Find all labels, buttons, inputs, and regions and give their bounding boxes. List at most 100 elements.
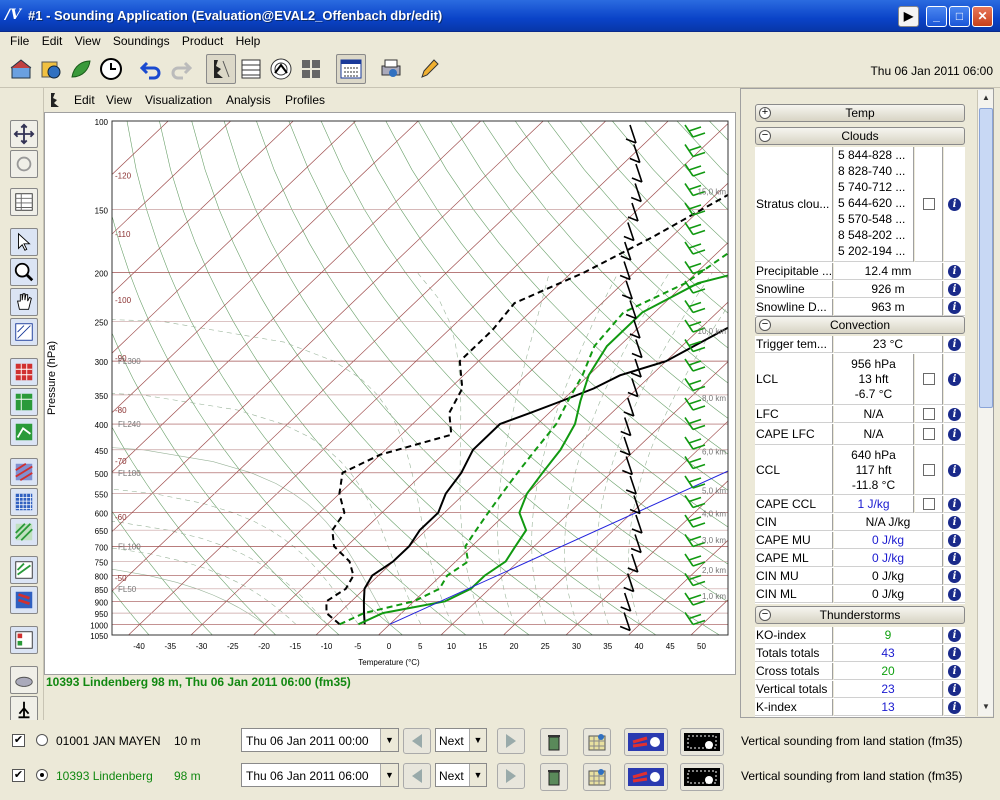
station-layout-button[interactable] [680, 728, 724, 756]
pan-tool-button[interactable] [10, 120, 38, 148]
station-select-radio[interactable] [36, 734, 48, 746]
station-grid-button[interactable] [583, 728, 611, 756]
ccl-info-button[interactable]: i [944, 446, 965, 495]
cross-totals-info-button[interactable]: i [944, 663, 965, 680]
mixing-ratio-button[interactable] [10, 556, 38, 584]
stratus-values[interactable]: 5 844-828 ... 8 828-740 ... 5 740-712 ..… [834, 147, 914, 262]
scroll-up-icon[interactable]: ▲ [979, 91, 993, 105]
chart-menu-visualization[interactable]: Visualization [145, 93, 212, 107]
totals-totals-info-button[interactable]: i [944, 645, 965, 662]
maximize-button[interactable]: □ [949, 6, 970, 27]
delete-station-button[interactable] [540, 763, 568, 791]
section-convection[interactable]: − Convection [755, 316, 965, 334]
menu-help[interactable]: Help [226, 32, 261, 50]
cape-ccl-checkbox[interactable] [915, 496, 943, 513]
menu-soundings[interactable]: Soundings [103, 32, 170, 50]
minimize-button[interactable]: _ [926, 6, 947, 27]
edit-pencil-button[interactable] [414, 54, 444, 84]
zoom-tool-button[interactable] [10, 258, 38, 286]
chart-menu-analysis[interactable]: Analysis [226, 93, 271, 107]
dewpoint-layer-button[interactable] [10, 388, 38, 416]
lfc-info-button[interactable]: i [944, 406, 965, 423]
menu-product[interactable]: Product [172, 32, 223, 50]
chart-menu-edit[interactable]: Edit [74, 93, 95, 107]
station-style-button[interactable] [624, 763, 668, 791]
cloud-layer-button[interactable] [10, 666, 38, 694]
redo-button[interactable] [166, 54, 196, 84]
scroll-thumb[interactable] [979, 108, 993, 408]
leaf-tool-button[interactable] [66, 54, 96, 84]
station-style-button[interactable] [624, 728, 668, 756]
menu-file[interactable]: File [0, 32, 29, 50]
station-layout-button[interactable] [680, 763, 724, 791]
cin-ml-info-button[interactable]: i [944, 586, 965, 603]
station-select-radio[interactable] [36, 769, 48, 781]
sounding-data-button[interactable] [36, 54, 66, 84]
precipitable-info-button[interactable]: i [944, 263, 965, 280]
data-list-button[interactable] [336, 54, 366, 84]
time-button[interactable] [96, 54, 126, 84]
section-clouds[interactable]: − Clouds [755, 127, 965, 145]
ccl-checkbox[interactable] [915, 446, 943, 495]
lfc-checkbox[interactable] [915, 406, 943, 423]
cape-lfc-checkbox[interactable] [915, 424, 943, 445]
adjust-tool-button[interactable] [10, 318, 38, 346]
scroll-down-icon[interactable]: ▼ [979, 700, 993, 714]
next-button[interactable] [497, 728, 525, 754]
menu-edit[interactable]: Edit [32, 32, 63, 50]
chevron-down-icon[interactable]: ▼ [380, 764, 398, 786]
previous-button[interactable] [403, 728, 431, 754]
step-select[interactable]: Next ▼ [435, 763, 487, 787]
wind-layer-button[interactable] [10, 418, 38, 446]
chart-menu-view[interactable]: View [106, 93, 132, 107]
lcl-info-button[interactable]: i [944, 354, 965, 405]
chevron-down-icon[interactable]: ▼ [380, 729, 398, 751]
cin-mu-info-button[interactable]: i [944, 568, 965, 585]
cape-lfc-info-button[interactable]: i [944, 424, 965, 445]
hand-tool-button[interactable] [10, 288, 38, 316]
panel-scrollbar[interactable]: ▲ ▼ [977, 90, 993, 716]
snowline-d-info-button[interactable]: i [944, 299, 965, 316]
legend-button[interactable] [10, 626, 38, 654]
cape-mu-info-button[interactable]: i [944, 532, 965, 549]
adiabats-button[interactable] [10, 518, 38, 546]
skewt-view-button[interactable] [206, 54, 236, 84]
play-button[interactable]: ▶ [898, 6, 919, 27]
k-index-info-button[interactable]: i [944, 699, 965, 716]
temperature-layer-button[interactable] [10, 358, 38, 386]
undo-button[interactable] [136, 54, 166, 84]
cape-ml-info-button[interactable]: i [944, 550, 965, 567]
open-station-button[interactable] [6, 54, 36, 84]
station-visible-checkbox[interactable]: ✔ [12, 769, 25, 782]
grid-view-button[interactable] [296, 54, 326, 84]
lcl-checkbox[interactable] [915, 354, 943, 405]
chevron-down-icon[interactable]: ▼ [469, 764, 486, 786]
barbs-button[interactable] [10, 586, 38, 614]
skewt-chart[interactable]: 100 150 200 250 300 350 400 450 500 550 600 650 700 7… [44, 112, 736, 675]
delete-station-button[interactable] [540, 728, 568, 756]
section-thunderstorms[interactable]: − Thunderstorms [755, 606, 965, 624]
close-button[interactable]: ✕ [972, 6, 993, 27]
step-select[interactable]: Next ▼ [435, 728, 487, 752]
table-tool-button[interactable] [10, 188, 38, 216]
ko-index-info-button[interactable]: i [944, 627, 965, 644]
refresh-tool-button[interactable] [10, 150, 38, 178]
cin-info-button[interactable]: i [944, 514, 965, 531]
chart-menu-profiles[interactable]: Profiles [285, 93, 325, 107]
station-grid-button[interactable] [583, 763, 611, 791]
menu-view[interactable]: View [65, 32, 101, 50]
previous-button[interactable] [403, 763, 431, 789]
isobars-button[interactable] [10, 488, 38, 516]
hodograph-button[interactable] [266, 54, 296, 84]
cape-ccl-info-button[interactable]: i [944, 496, 965, 513]
stratus-checkbox[interactable] [915, 147, 943, 262]
station-date-select[interactable]: Thu 06 Jan 2011 00:00 ▼ [241, 728, 399, 752]
vertical-totals-info-button[interactable]: i [944, 681, 965, 698]
section-temp[interactable]: + Temp [755, 104, 965, 122]
stratus-info-button[interactable]: i [944, 147, 965, 262]
station-date-select[interactable]: Thu 06 Jan 2011 06:00 ▼ [241, 763, 399, 787]
station-visible-checkbox[interactable]: ✔ [12, 734, 25, 747]
table-view-button[interactable] [236, 54, 266, 84]
print-button[interactable] [376, 54, 406, 84]
select-tool-button[interactable] [10, 228, 38, 256]
